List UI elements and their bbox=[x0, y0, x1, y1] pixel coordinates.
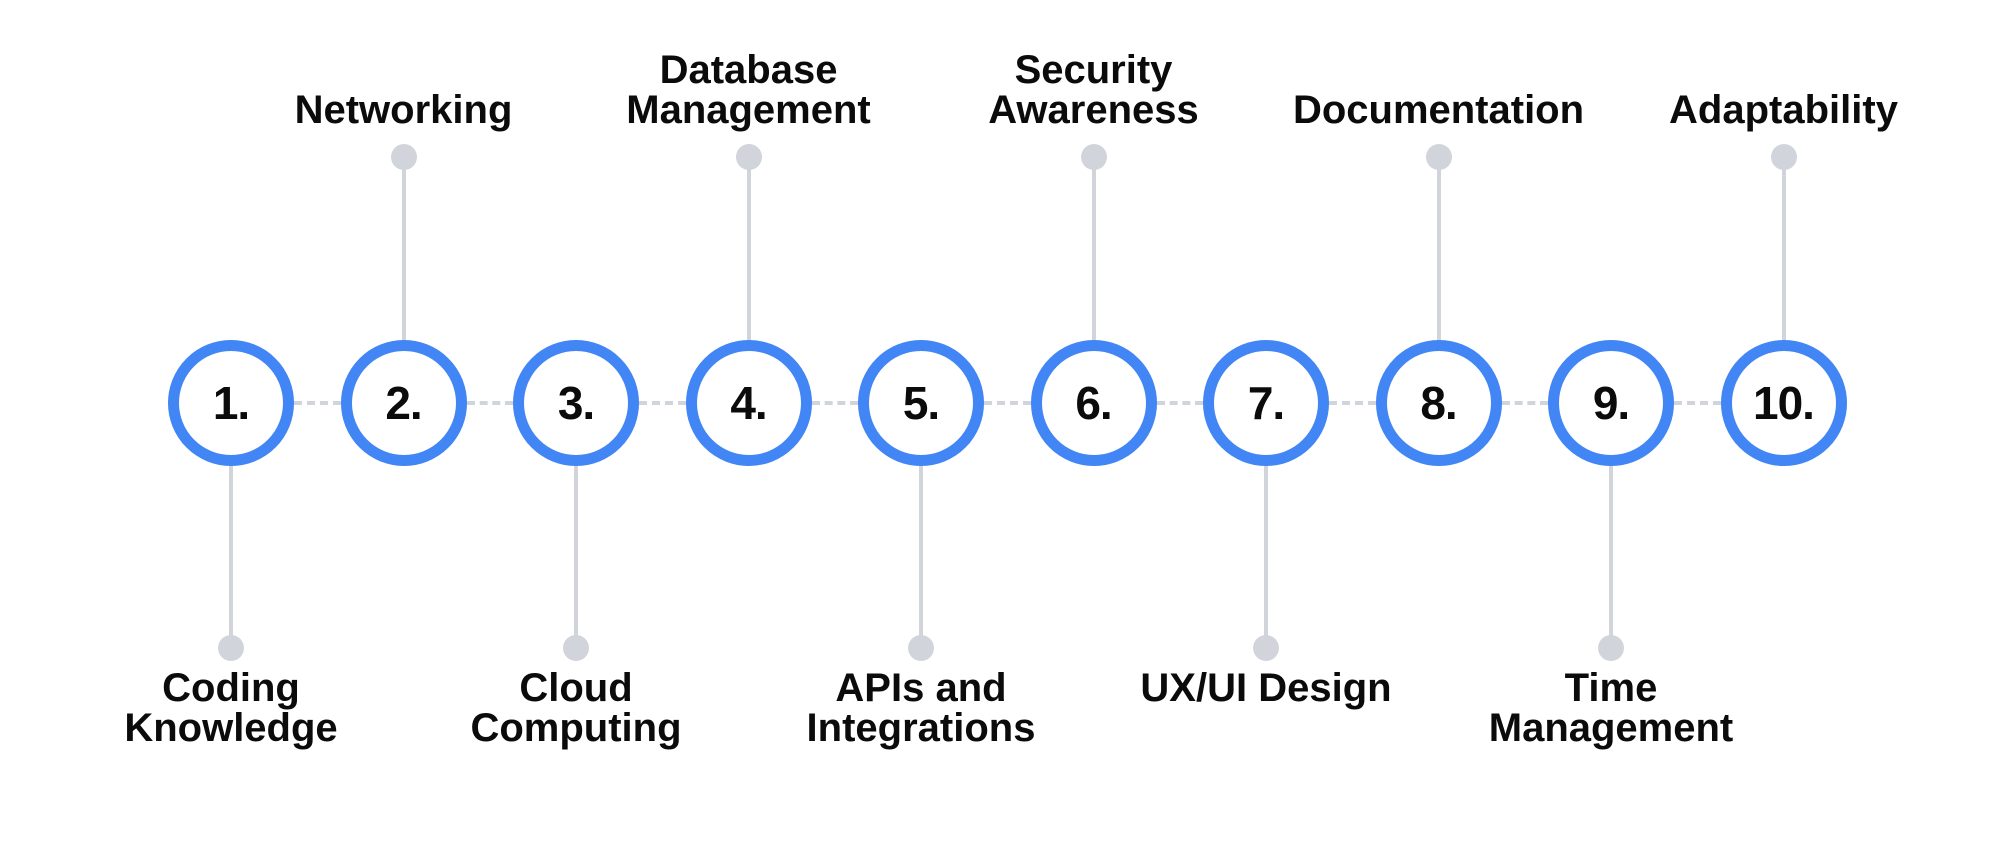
stem-dot bbox=[908, 635, 934, 661]
stem-line bbox=[401, 157, 406, 344]
stem-line bbox=[1436, 157, 1441, 344]
dashed-connector bbox=[1674, 401, 1721, 405]
stem-dot bbox=[1770, 144, 1797, 170]
stem-dot bbox=[735, 144, 762, 170]
step-label: Security Awareness bbox=[988, 48, 1199, 132]
stem-line bbox=[229, 462, 233, 648]
step-label: Adaptability bbox=[1669, 88, 1898, 132]
step-label: Networking bbox=[294, 88, 513, 132]
step-circle[interactable]: 2. bbox=[340, 340, 467, 466]
step-circle[interactable]: 6. bbox=[1030, 340, 1157, 466]
step-circle[interactable]: 7. bbox=[1203, 340, 1329, 466]
stem-line bbox=[746, 157, 751, 344]
stem-dot bbox=[218, 635, 244, 661]
dashed-connector bbox=[639, 401, 686, 405]
dashed-connector bbox=[294, 401, 341, 405]
step-circle[interactable]: 9. bbox=[1548, 340, 1674, 466]
step-label: Time Management bbox=[1488, 666, 1734, 750]
step-circle[interactable]: 10. bbox=[1720, 340, 1847, 466]
step-label: UX/UI Design bbox=[1140, 666, 1392, 710]
dashed-connector bbox=[1156, 401, 1203, 405]
stem-dot bbox=[1598, 635, 1624, 661]
step-number: 6. bbox=[1075, 377, 1112, 429]
stem-line bbox=[1609, 462, 1613, 648]
stem-dot bbox=[1080, 144, 1107, 170]
step-circle[interactable]: 4. bbox=[685, 340, 812, 466]
stem-line bbox=[1264, 462, 1268, 648]
step-label: Coding Knowledge bbox=[124, 666, 338, 750]
dashed-connector bbox=[1329, 401, 1376, 405]
skills-timeline: 1. Coding Knowledge 2. Networking 3. Cloud Co… bbox=[0, 0, 2000, 848]
step-number: 4. bbox=[730, 377, 767, 429]
dashed-connector bbox=[466, 401, 513, 405]
step-circle[interactable]: 5. bbox=[858, 340, 984, 466]
step-label: Documentation bbox=[1292, 88, 1585, 132]
stem-line bbox=[574, 462, 578, 648]
step-number: 7. bbox=[1247, 377, 1285, 429]
stem-line bbox=[1781, 157, 1786, 344]
dashed-connector bbox=[984, 401, 1031, 405]
step-number: 2. bbox=[385, 377, 422, 429]
step-number: 8. bbox=[1420, 377, 1457, 429]
step-number: 10. bbox=[1753, 377, 1815, 429]
step-number: 9. bbox=[1592, 377, 1630, 429]
stem-dot bbox=[563, 635, 589, 661]
dashed-connector bbox=[811, 401, 858, 405]
step-label: Cloud Computing bbox=[470, 666, 682, 750]
step-number: 3. bbox=[557, 377, 595, 429]
stem-dot bbox=[1253, 635, 1279, 661]
step-circle[interactable]: 3. bbox=[513, 340, 639, 466]
step-label: APIs and Integrations bbox=[806, 666, 1036, 750]
step-number: 1. bbox=[212, 377, 250, 429]
stem-dot bbox=[1425, 144, 1452, 170]
step-circle[interactable]: 1. bbox=[168, 340, 294, 466]
stem-dot bbox=[390, 144, 417, 170]
step-label: Database Management bbox=[626, 48, 871, 132]
stem-line bbox=[919, 462, 923, 648]
step-circle[interactable]: 8. bbox=[1375, 340, 1502, 466]
dashed-connector bbox=[1501, 401, 1548, 405]
stem-line bbox=[1091, 157, 1096, 344]
step-number: 5. bbox=[902, 377, 940, 429]
